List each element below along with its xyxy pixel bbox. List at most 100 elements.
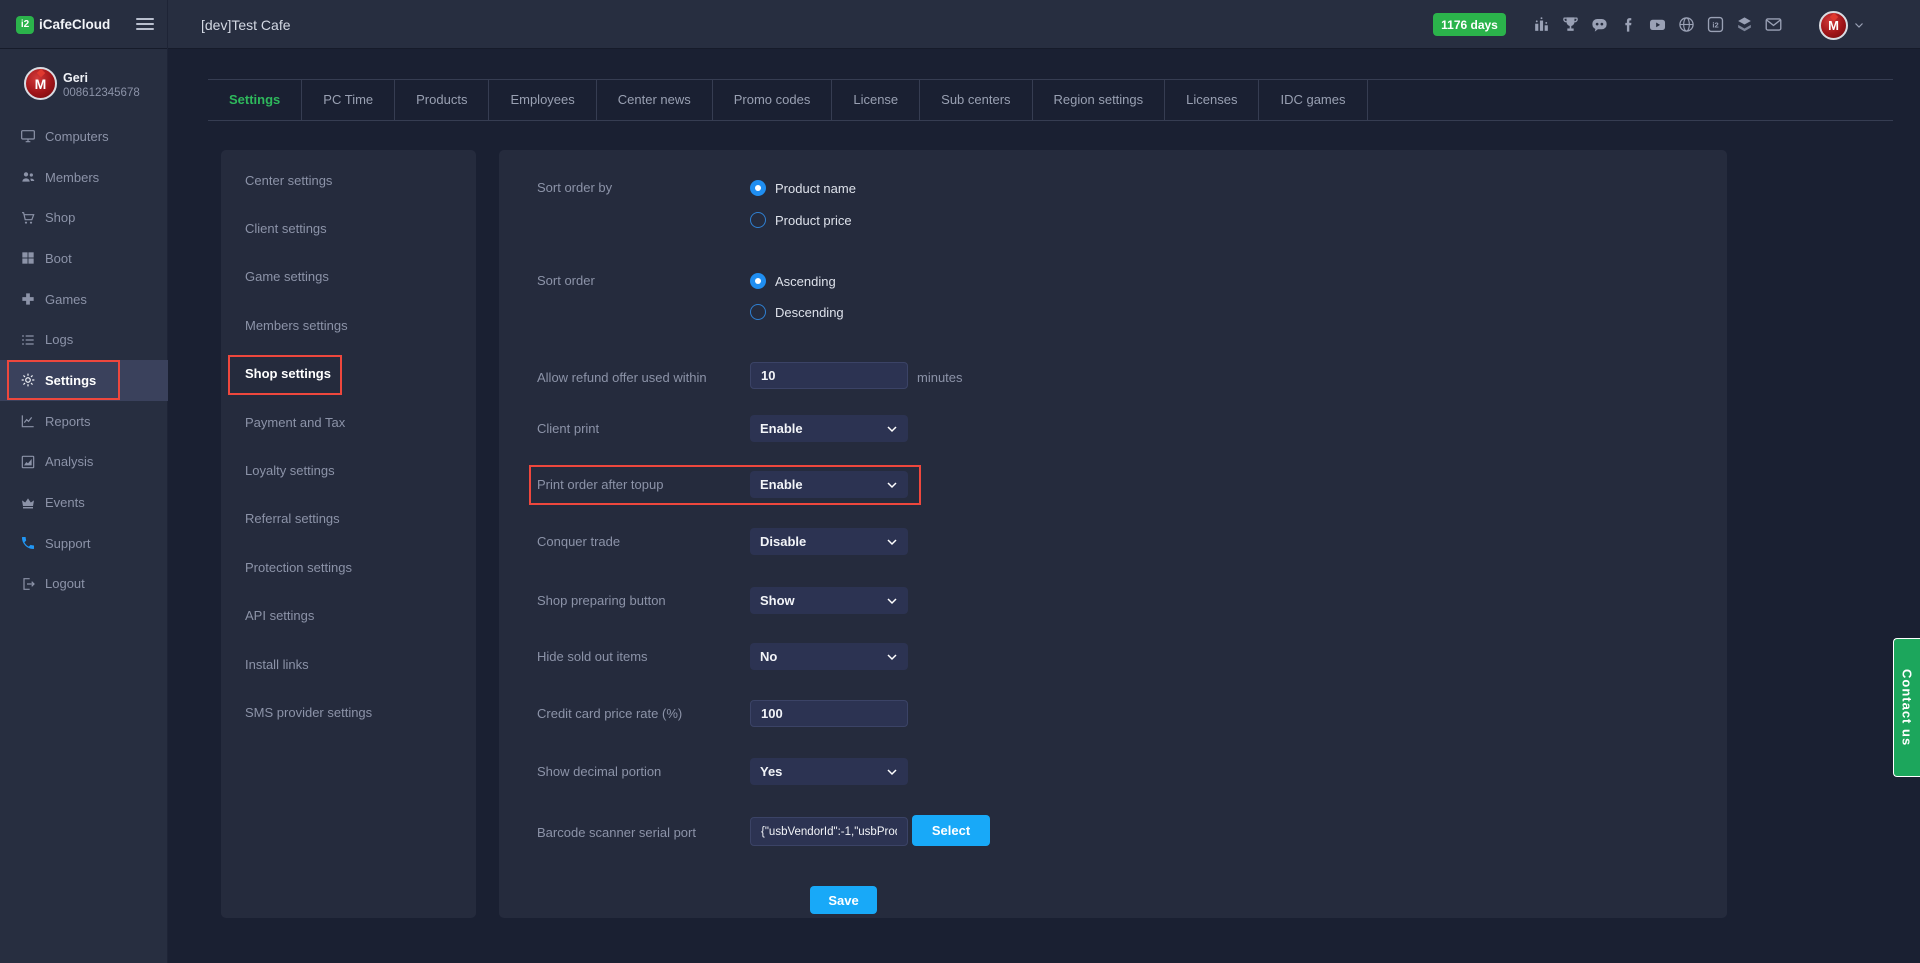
logo-text: iCafeCloud xyxy=(39,17,110,32)
sidebar-item-computers[interactable]: Computers xyxy=(0,116,168,157)
sidebar-item-logs[interactable]: Logs xyxy=(0,319,168,360)
svg-text:i2: i2 xyxy=(1712,21,1718,30)
sidebar-item-reports[interactable]: Reports xyxy=(0,401,168,442)
menu-item-game-settings[interactable]: Game settings xyxy=(221,253,476,301)
print-order-after-topup-label: Print order after topup xyxy=(537,476,663,494)
radio-ascending[interactable]: Ascending xyxy=(750,273,836,289)
sidebar-item-games[interactable]: Games xyxy=(0,279,168,320)
menu-item-shop-settings[interactable]: Shop settings xyxy=(221,350,476,398)
trophy-icon[interactable] xyxy=(1561,15,1580,34)
tab-center-news[interactable]: Center news xyxy=(597,80,713,120)
license-days-badge[interactable]: 1176 days xyxy=(1433,13,1506,36)
sidebar-avatar: M xyxy=(24,67,57,100)
radio-unselected-icon[interactable] xyxy=(750,304,766,320)
layers-icon[interactable] xyxy=(1735,15,1754,34)
tab-region-settings[interactable]: Region settings xyxy=(1033,80,1166,120)
header: i2 iCafeCloud [dev]Test Cafe 1176 days xyxy=(0,0,1920,49)
tab-license[interactable]: License xyxy=(832,80,920,120)
tab-products[interactable]: Products xyxy=(395,80,489,120)
menu-item-loyalty-settings[interactable]: Loyalty settings xyxy=(221,446,476,494)
hamburger-menu-icon[interactable] xyxy=(136,18,154,33)
radio-selected-icon[interactable] xyxy=(750,180,766,196)
radio-label: Product price xyxy=(775,213,852,228)
globe-icon[interactable] xyxy=(1677,15,1696,34)
chevron-down-icon xyxy=(886,595,898,607)
mail-icon[interactable] xyxy=(1764,15,1783,34)
leaderboard-icon[interactable] xyxy=(1532,15,1551,34)
cart-icon xyxy=(20,210,36,226)
line-chart-icon xyxy=(20,413,36,429)
save-button[interactable]: Save xyxy=(810,886,877,914)
radio-label: Descending xyxy=(775,305,844,320)
tab-idc-games[interactable]: IDC games xyxy=(1259,80,1367,120)
tab-bar: Settings PC Time Products Employees Cent… xyxy=(208,79,1893,121)
discord-icon[interactable] xyxy=(1590,15,1609,34)
contact-us-tab[interactable]: Contact us xyxy=(1893,638,1920,777)
menu-item-payment-and-tax[interactable]: Payment and Tax xyxy=(221,398,476,446)
sidebar-item-members[interactable]: Members xyxy=(0,157,168,198)
sidebar-item-support[interactable]: Support xyxy=(0,523,168,564)
sidebar-user-id: 008612345678 xyxy=(63,87,140,99)
barcode-scanner-serial-port-input[interactable] xyxy=(750,817,908,846)
sidebar: M Geri 008612345678 Computers Members Sh… xyxy=(0,49,168,963)
menu-item-referral-settings[interactable]: Referral settings xyxy=(221,495,476,543)
shop-settings-form-panel: Sort order by Product name Product price… xyxy=(499,150,1727,918)
sidebar-item-settings[interactable]: Settings xyxy=(0,360,168,401)
sidebar-item-label: Computers xyxy=(45,129,109,144)
radio-label: Product name xyxy=(775,181,856,196)
menu-item-protection-settings[interactable]: Protection settings xyxy=(221,543,476,591)
youtube-icon[interactable] xyxy=(1648,15,1667,34)
sidebar-item-boot[interactable]: Boot xyxy=(0,238,168,279)
tab-licenses[interactable]: Licenses xyxy=(1165,80,1259,120)
credit-card-price-rate-label: Credit card price rate (%) xyxy=(537,705,682,723)
select-port-button[interactable]: Select xyxy=(912,815,990,846)
tab-pc-time[interactable]: PC Time xyxy=(302,80,395,120)
hide-sold-out-items-label: Hide sold out items xyxy=(537,648,648,666)
sidebar-item-label: Settings xyxy=(45,373,96,388)
radio-selected-icon[interactable] xyxy=(750,273,766,289)
settings-menu-panel: Center settings Client settings Game set… xyxy=(221,150,476,918)
facebook-icon[interactable] xyxy=(1619,15,1638,34)
sidebar-item-label: Members xyxy=(45,170,99,185)
radio-product-name[interactable]: Product name xyxy=(750,180,856,196)
menu-item-api-settings[interactable]: API settings xyxy=(221,592,476,640)
user-avatar[interactable]: M xyxy=(1819,11,1848,40)
select-value: Enable xyxy=(760,477,803,492)
menu-item-sms-provider-settings[interactable]: SMS provider settings xyxy=(221,688,476,736)
radio-unselected-icon[interactable] xyxy=(750,212,766,228)
chevron-down-icon xyxy=(886,479,898,491)
menu-item-client-settings[interactable]: Client settings xyxy=(221,204,476,252)
print-order-after-topup-select[interactable]: Enable xyxy=(750,471,908,498)
menu-item-install-links[interactable]: Install links xyxy=(221,640,476,688)
sidebar-item-analysis[interactable]: Analysis xyxy=(0,442,168,483)
crown-icon xyxy=(20,495,36,511)
menu-item-center-settings[interactable]: Center settings xyxy=(221,156,476,204)
chevron-down-icon xyxy=(886,766,898,778)
sidebar-item-logout[interactable]: Logout xyxy=(0,564,168,605)
gear-icon xyxy=(20,372,36,388)
menu-item-members-settings[interactable]: Members settings xyxy=(221,301,476,349)
sidebar-item-events[interactable]: Events xyxy=(0,482,168,523)
allow-refund-label: Allow refund offer used within xyxy=(537,369,707,387)
icafecloud-icon[interactable]: i2 xyxy=(1706,15,1725,34)
radio-descending[interactable]: Descending xyxy=(750,304,844,320)
tab-promo-codes[interactable]: Promo codes xyxy=(713,80,833,120)
hide-sold-out-items-select[interactable]: No xyxy=(750,643,908,670)
shop-preparing-button-select[interactable]: Show xyxy=(750,587,908,614)
show-decimal-portion-select[interactable]: Yes xyxy=(750,758,908,785)
credit-card-price-rate-input[interactable] xyxy=(750,700,908,727)
conquer-trade-select[interactable]: Disable xyxy=(750,528,908,555)
tab-settings[interactable]: Settings xyxy=(208,80,302,120)
sidebar-item-shop[interactable]: Shop xyxy=(0,197,168,238)
sidebar-item-label: Logs xyxy=(45,332,73,347)
chevron-down-icon[interactable] xyxy=(1853,19,1865,31)
monitor-icon xyxy=(20,128,36,144)
radio-label: Ascending xyxy=(775,274,836,289)
tab-sub-centers[interactable]: Sub centers xyxy=(920,80,1032,120)
radio-product-price[interactable]: Product price xyxy=(750,212,852,228)
client-print-select[interactable]: Enable xyxy=(750,415,908,442)
client-print-label: Client print xyxy=(537,420,599,438)
tab-employees[interactable]: Employees xyxy=(489,80,596,120)
allow-refund-input[interactable] xyxy=(750,362,908,389)
sort-order-label: Sort order xyxy=(537,272,595,290)
